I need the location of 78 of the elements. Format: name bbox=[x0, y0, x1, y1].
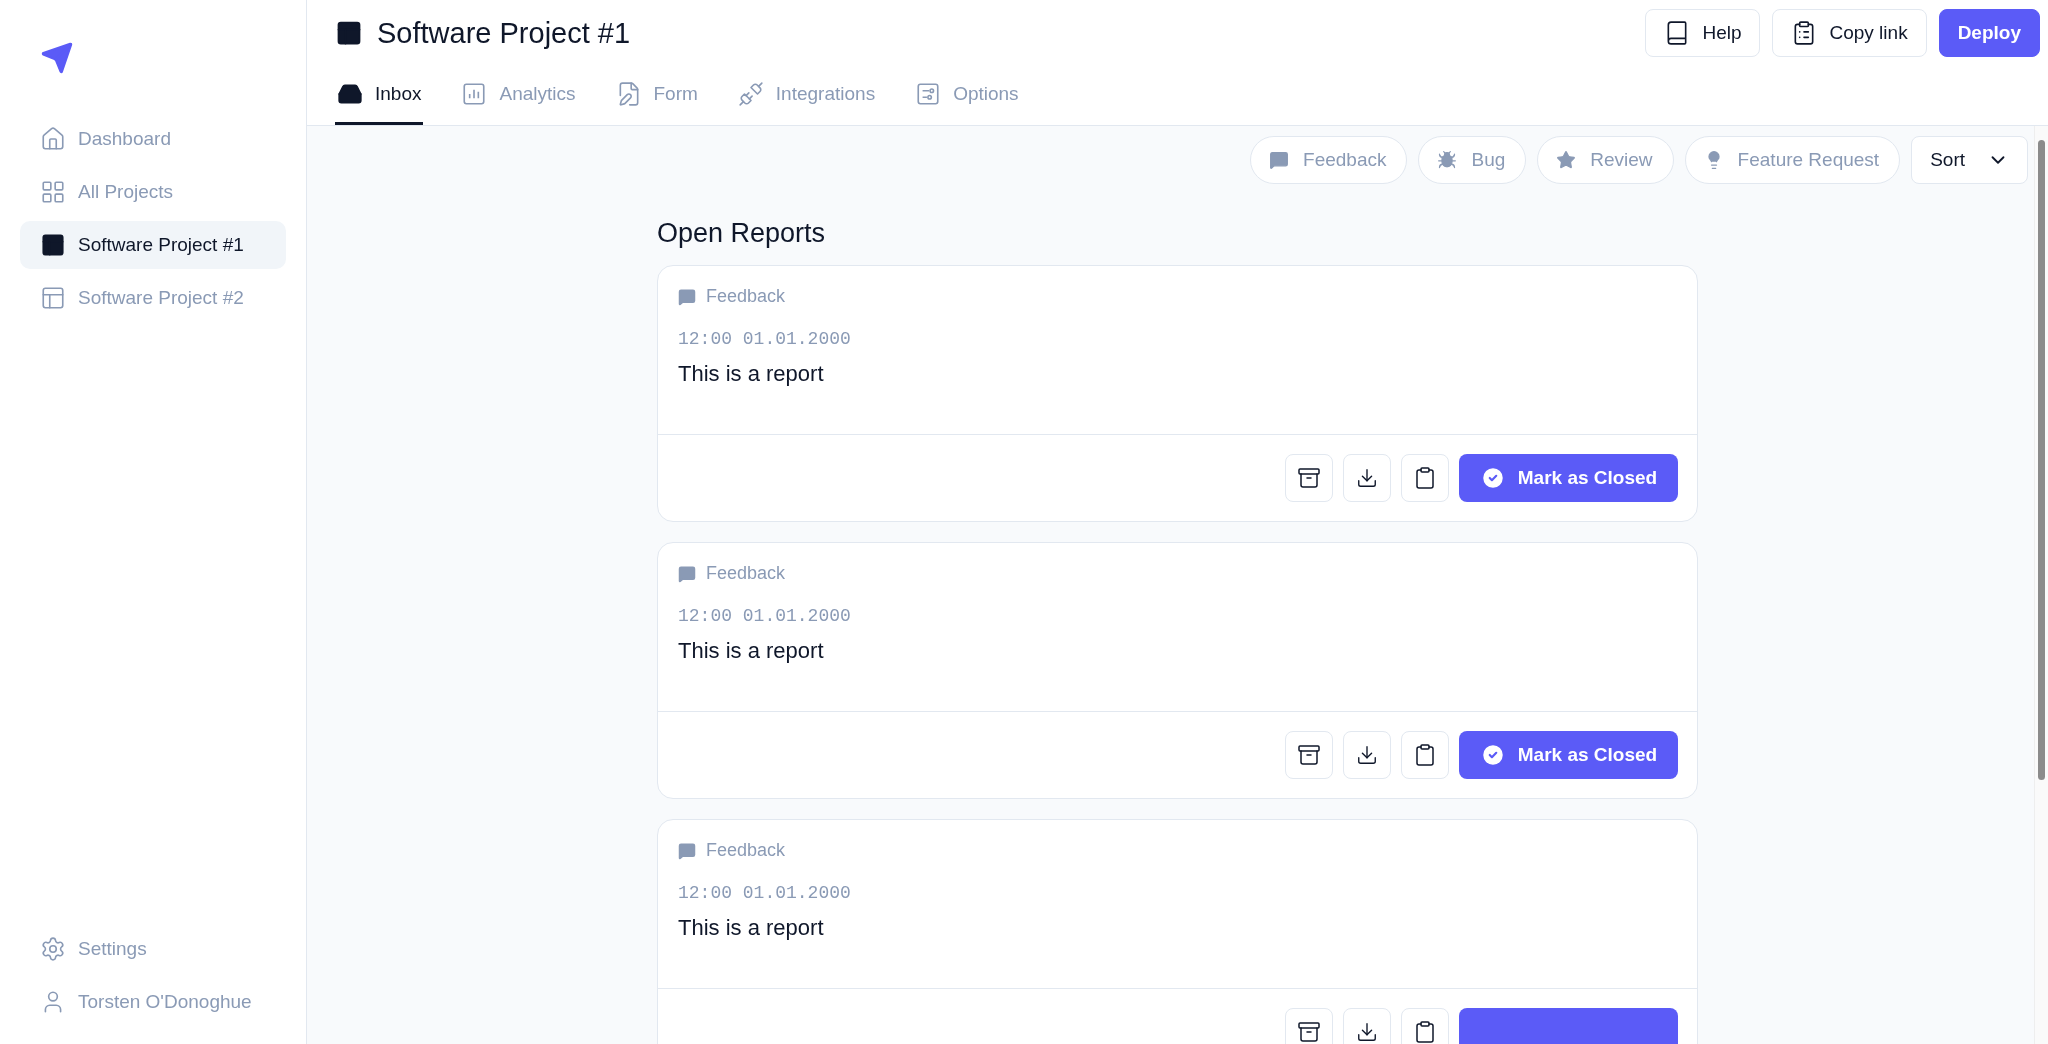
message-icon bbox=[678, 564, 696, 583]
archive-icon bbox=[1297, 743, 1321, 767]
report-text: This is a report bbox=[678, 915, 825, 941]
sidebar-item[interactable]: All Projects bbox=[20, 168, 286, 216]
download-button[interactable] bbox=[1343, 731, 1391, 779]
report-text: This is a report bbox=[678, 638, 825, 664]
sidebar-item-label: Dashboard bbox=[78, 128, 171, 150]
tab[interactable]: Options bbox=[913, 66, 1021, 125]
clipboard-button[interactable] bbox=[1401, 454, 1449, 502]
sliders-icon bbox=[915, 81, 942, 107]
page-title: Software Project #1 bbox=[377, 16, 631, 50]
clipboard-icon bbox=[1413, 743, 1437, 767]
sidebar-item-label: All Projects bbox=[78, 181, 174, 203]
tab[interactable]: Inbox bbox=[335, 66, 424, 125]
sidebar-item[interactable]: Dashboard bbox=[20, 115, 286, 163]
bug-icon bbox=[1437, 150, 1458, 170]
report-tag: Feedback bbox=[706, 563, 786, 584]
message-icon bbox=[678, 841, 696, 860]
mark-closed-button[interactable]: Mark as Closed bbox=[1459, 454, 1678, 502]
grid-icon bbox=[40, 179, 66, 205]
plug-icon bbox=[737, 81, 764, 107]
tab-label: Form bbox=[653, 83, 698, 105]
sidebar-item-label: Software Project #1 bbox=[78, 234, 244, 256]
clipboard-button[interactable] bbox=[1401, 731, 1449, 779]
header-button[interactable]: Help bbox=[1645, 9, 1761, 57]
download-icon bbox=[1356, 744, 1378, 766]
mark-closed-button[interactable]: Mark as Closed bbox=[1459, 731, 1678, 779]
report-time: 12:00 01.01.2000 bbox=[678, 883, 852, 903]
user-link[interactable]: Torsten O'Donoghue bbox=[20, 978, 286, 1026]
settings-icon bbox=[40, 936, 66, 962]
report-text: This is a report bbox=[678, 361, 825, 387]
sidebar-item-label: Torsten O'Donoghue bbox=[78, 991, 252, 1013]
archive-icon bbox=[1297, 466, 1321, 490]
filter-chip[interactable]: Feature Request bbox=[1684, 136, 1901, 184]
message-icon bbox=[678, 287, 696, 306]
report-tag: Feedback bbox=[706, 840, 786, 861]
settings-link[interactable]: Settings bbox=[20, 925, 286, 973]
message-icon bbox=[1269, 150, 1290, 170]
star-icon bbox=[1556, 150, 1577, 170]
primary-button[interactable]: Deploy bbox=[1938, 9, 2040, 57]
download-button[interactable] bbox=[1343, 1008, 1391, 1044]
download-icon bbox=[1356, 467, 1378, 489]
logo-icon bbox=[40, 41, 74, 75]
report-time: 12:00 01.01.2000 bbox=[678, 329, 852, 349]
filter-chip[interactable]: Bug bbox=[1418, 136, 1527, 184]
download-icon bbox=[1356, 1021, 1378, 1043]
sidebar-item-label: Software Project #2 bbox=[78, 287, 244, 309]
clipboard-button[interactable] bbox=[1401, 1008, 1449, 1044]
tab-label: Analytics bbox=[499, 83, 576, 105]
archive-button[interactable] bbox=[1285, 731, 1333, 779]
section-title: Open Reports bbox=[657, 218, 827, 249]
filter-chip[interactable]: Feedback bbox=[1250, 136, 1408, 184]
archive-button[interactable] bbox=[1285, 454, 1333, 502]
clipboard-icon bbox=[1413, 1020, 1437, 1044]
tab[interactable]: Form bbox=[613, 66, 700, 125]
tab-label: Options bbox=[953, 83, 1019, 105]
home-icon bbox=[40, 126, 66, 152]
filter-chip[interactable]: Review bbox=[1537, 136, 1674, 184]
sidebar-item[interactable]: Software Project #1 bbox=[20, 221, 286, 269]
report-time: 12:00 01.01.2000 bbox=[678, 606, 852, 626]
layout-icon bbox=[40, 285, 66, 311]
tab[interactable]: Analytics bbox=[459, 66, 578, 125]
clipboard-icon bbox=[1413, 466, 1437, 490]
archive-button[interactable] bbox=[1285, 1008, 1333, 1044]
tab-label: Inbox bbox=[375, 83, 422, 105]
chart-icon bbox=[461, 81, 488, 107]
tab-label: Integrations bbox=[775, 83, 876, 105]
tab[interactable]: Integrations bbox=[735, 66, 878, 125]
sidebar-item[interactable]: Software Project #2 bbox=[20, 274, 286, 322]
download-button[interactable] bbox=[1343, 454, 1391, 502]
layout-icon bbox=[40, 232, 66, 258]
scrollbar[interactable] bbox=[2034, 126, 2048, 1044]
report-tag: Feedback bbox=[706, 286, 786, 307]
sidebar-item-label: Settings bbox=[78, 938, 147, 960]
project-icon bbox=[335, 19, 363, 47]
header-button[interactable]: Copy link bbox=[1772, 9, 1927, 57]
sort-dropdown[interactable]: Sort bbox=[1911, 136, 2028, 184]
archive-icon bbox=[1297, 1020, 1321, 1044]
